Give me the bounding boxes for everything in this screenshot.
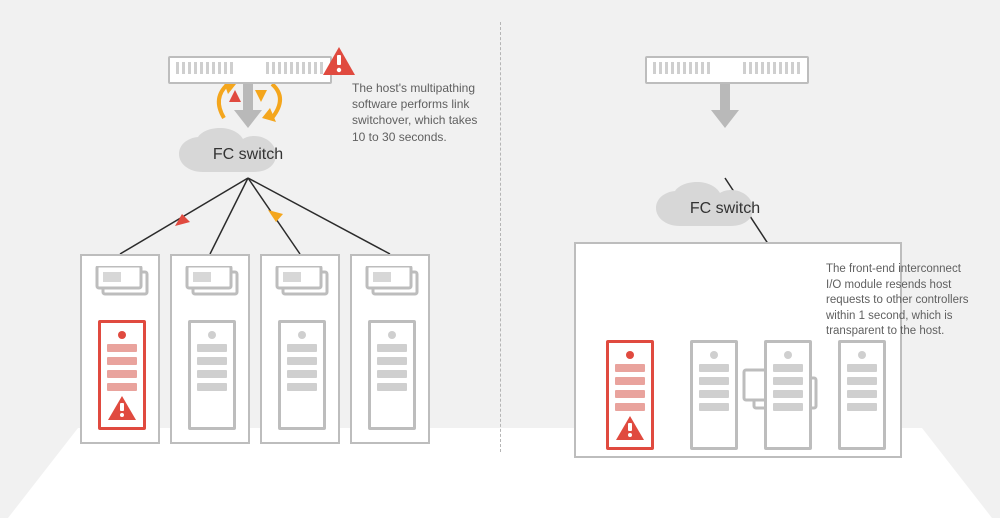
right-host (645, 56, 809, 84)
alert-icon (107, 395, 137, 421)
rack-host-icon (168, 56, 332, 84)
controller-tower-fault (98, 320, 146, 430)
left-enclosure-1 (80, 254, 160, 444)
hba-module-icon (275, 266, 329, 296)
controller-tower (690, 340, 738, 450)
left-host (168, 56, 332, 84)
right-fc-switch: FC switch (650, 182, 800, 236)
hba-module-icon (365, 266, 419, 296)
fc-switch-label: FC switch (173, 128, 323, 182)
controller-tower (278, 320, 326, 430)
hba-module-icon (95, 266, 149, 296)
fc-switch-label: FC switch (650, 182, 800, 236)
left-enclosure-3 (260, 254, 340, 444)
alert-icon (615, 415, 645, 441)
left-caption: The host's multipathing software perform… (352, 80, 492, 145)
center-divider (500, 22, 501, 452)
controller-tower (838, 340, 886, 450)
controller-tower (368, 320, 416, 430)
left-enclosure-2 (170, 254, 250, 444)
alert-icon (322, 46, 356, 76)
rack-host-icon (645, 56, 809, 84)
controller-tower (188, 320, 236, 430)
left-fc-switch: FC switch (173, 128, 323, 182)
hba-module-icon (185, 266, 239, 296)
left-enclosure-4 (350, 254, 430, 444)
controller-tower (764, 340, 812, 450)
controller-tower-fault (606, 340, 654, 450)
right-caption: The front-end interconnect I/O module re… (826, 262, 976, 340)
